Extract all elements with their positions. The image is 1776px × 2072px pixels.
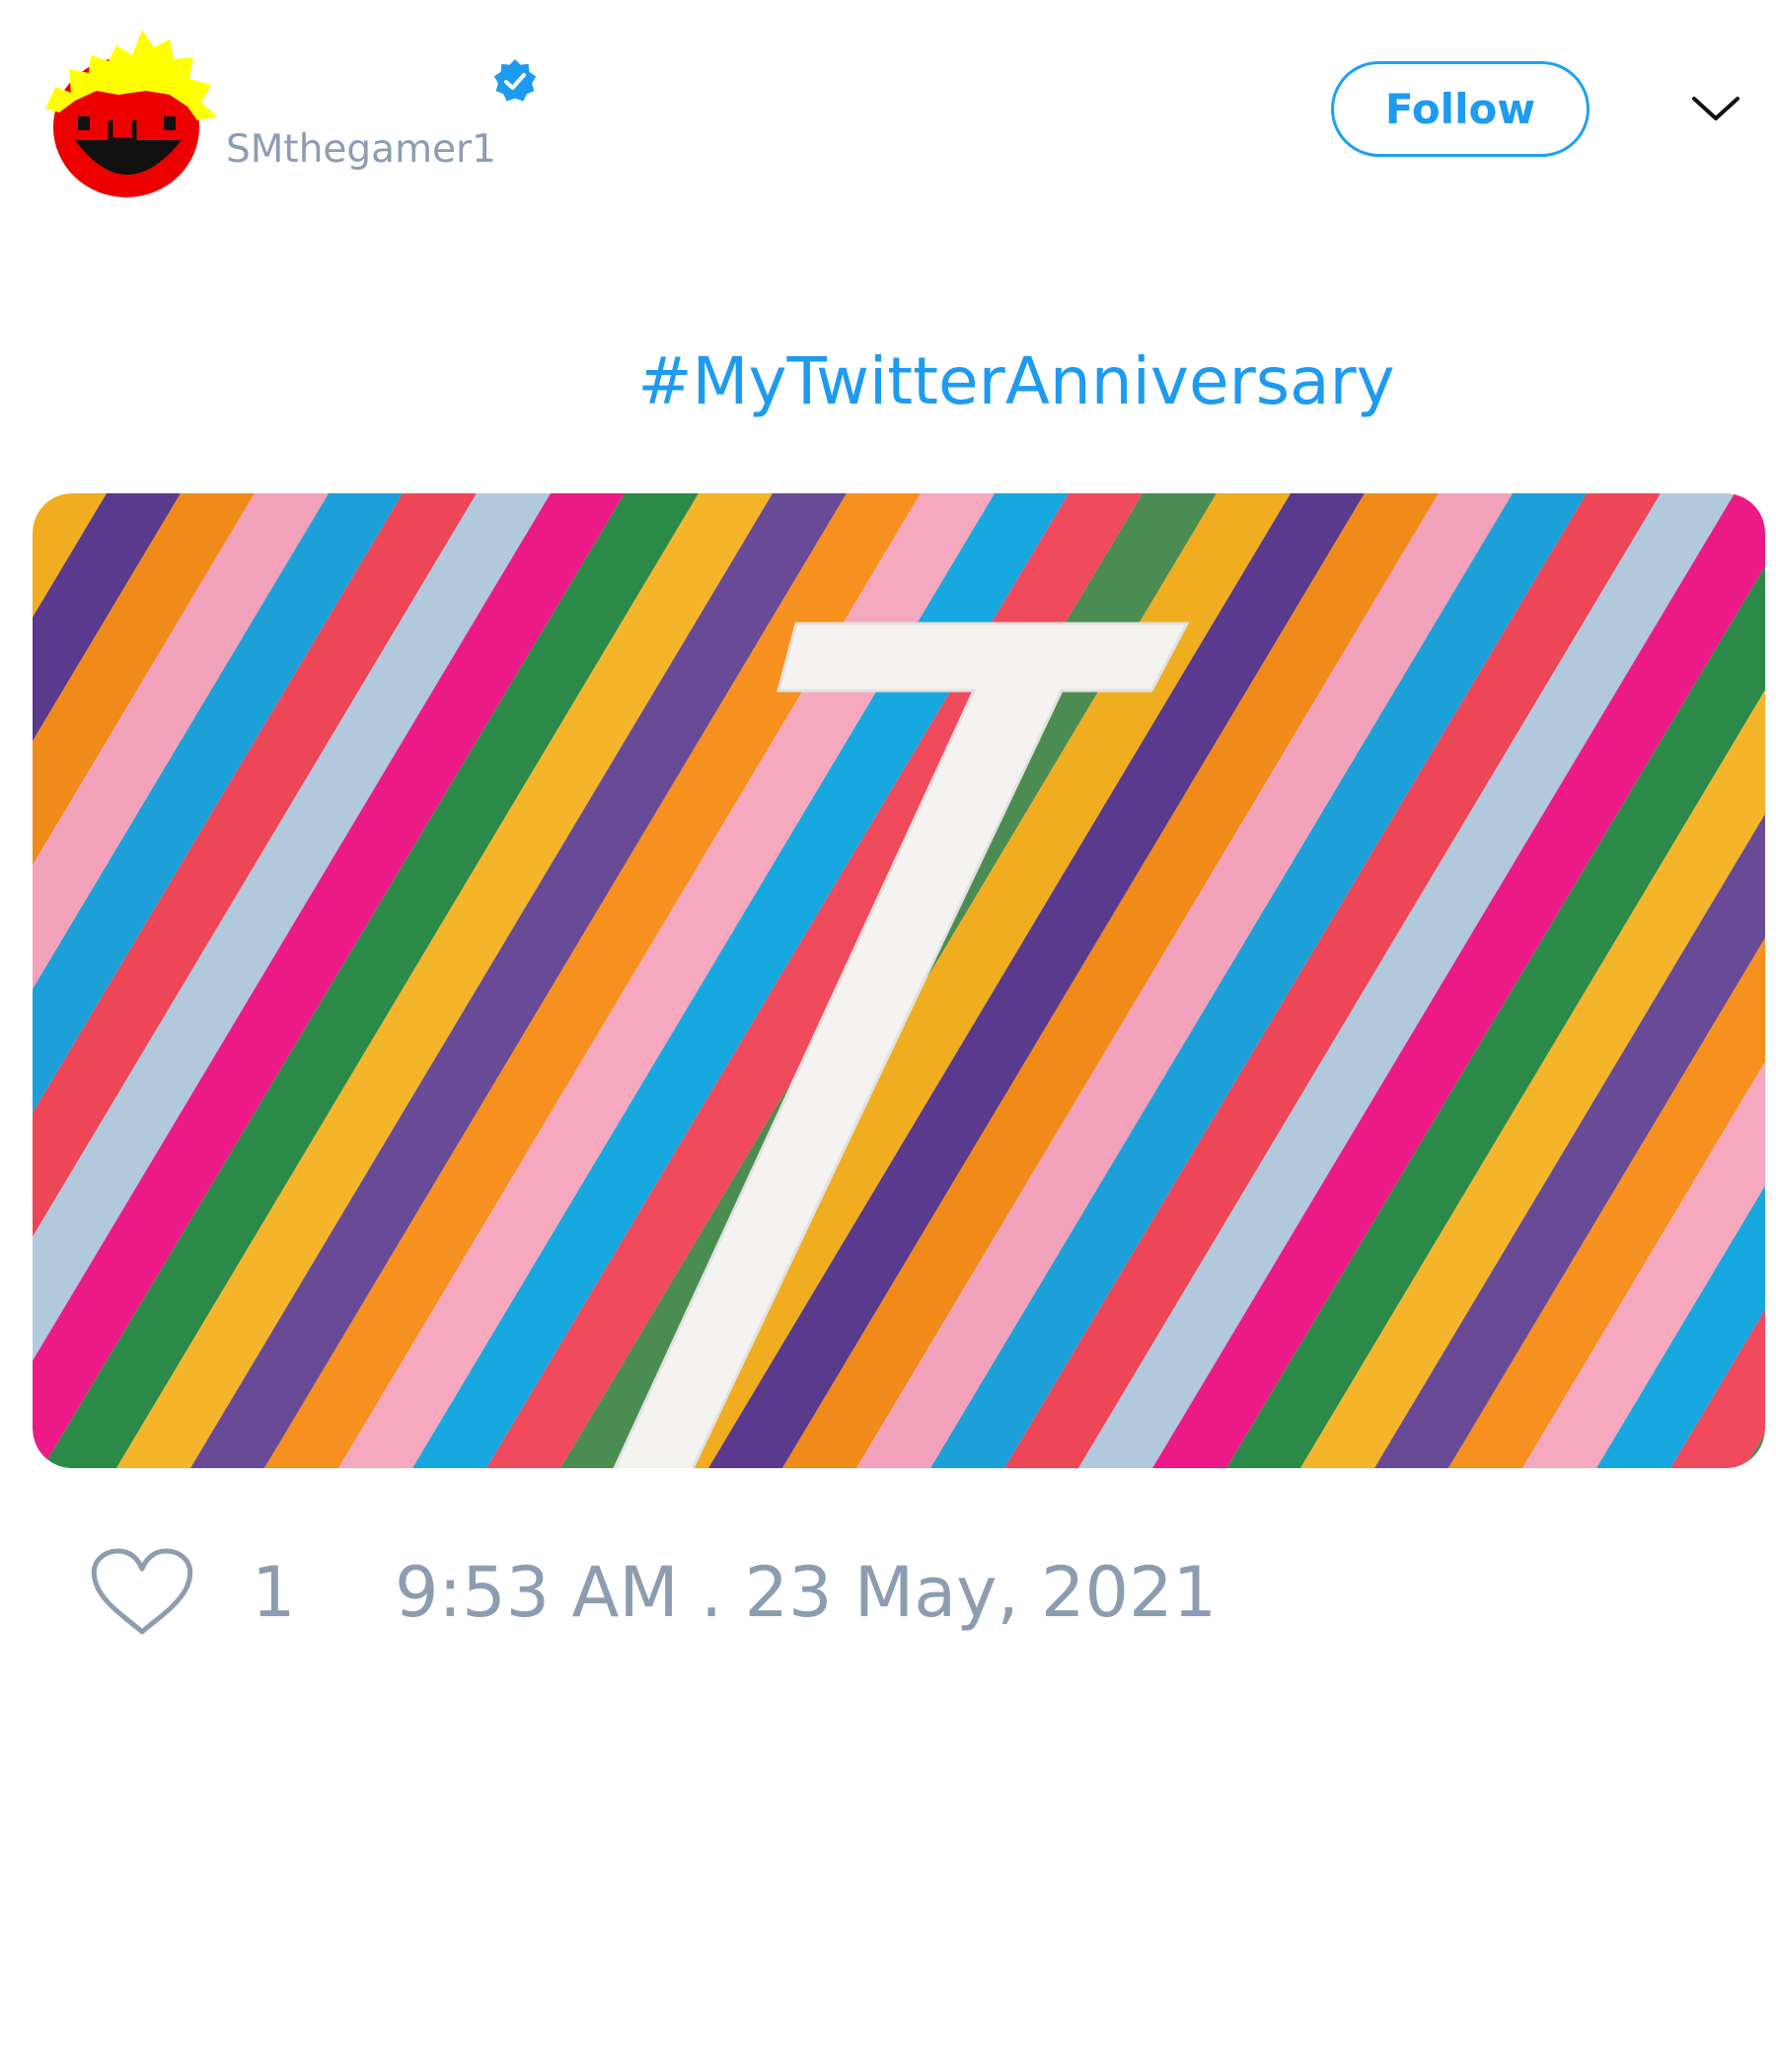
like-count: 1	[252, 1552, 296, 1633]
tweet-timestamp[interactable]: 9:53 AM . 23 May, 2021	[395, 1547, 1217, 1638]
chevron-down-icon[interactable]	[1690, 91, 1741, 126]
smiley-face-avatar	[45, 30, 217, 197]
heart-icon[interactable]	[89, 1547, 195, 1638]
follow-button[interactable]: Follow	[1331, 61, 1590, 157]
avatar[interactable]	[39, 22, 217, 199]
tweet-card: SMthegamer1 Follow #MyTwitterAnniversary…	[0, 0, 1776, 2072]
tweet-text-hashtag[interactable]: #MyTwitterAnniversary	[0, 340, 1776, 423]
author-handle[interactable]: SMthegamer1	[226, 126, 496, 174]
tweet-media-image[interactable]	[33, 493, 1765, 1468]
anniversary-stripes-image	[33, 493, 1765, 1468]
verified-badge-icon	[491, 57, 539, 105]
